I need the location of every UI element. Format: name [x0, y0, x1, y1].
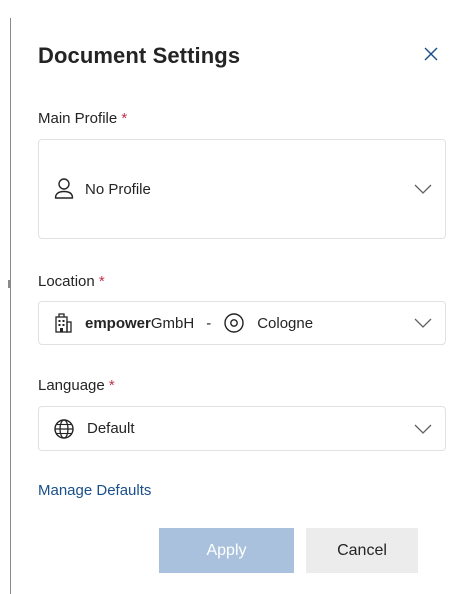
- cancel-button[interactable]: Cancel: [306, 528, 418, 573]
- person-icon: [54, 178, 74, 199]
- location-pin-icon: [224, 313, 244, 333]
- building-icon: [55, 313, 72, 333]
- manage-defaults-link[interactable]: Manage Defaults: [38, 482, 151, 499]
- location-select[interactable]: empower GmbH - Cologne: [38, 301, 446, 345]
- main-profile-select-content: No Profile: [53, 140, 151, 238]
- language-label-text: Language: [38, 377, 105, 394]
- apply-button[interactable]: Apply: [159, 528, 294, 573]
- location-company-rest: GmbH: [150, 314, 195, 332]
- main-profile-label-text: Main Profile: [38, 110, 118, 127]
- panel-left-border: [10, 18, 11, 594]
- location-label-text: Location: [38, 273, 95, 290]
- main-profile-select[interactable]: No Profile: [38, 139, 446, 239]
- chevron-down-icon: [414, 318, 432, 328]
- required-mark: *: [108, 377, 115, 394]
- location-select-content: empower GmbH - Cologne: [53, 302, 313, 344]
- location-separator: -: [206, 314, 212, 332]
- language-label: Language *: [38, 377, 115, 394]
- main-profile-label: Main Profile *: [38, 110, 127, 127]
- required-mark: *: [121, 110, 128, 127]
- dialog-title: Document Settings: [38, 43, 241, 68]
- globe-icon: [54, 418, 74, 439]
- close-button[interactable]: [417, 40, 445, 68]
- chevron-down-icon: [414, 184, 432, 194]
- language-select-content: Default: [53, 407, 135, 450]
- document-settings-panel: Document Settings Main Profile * No Prof…: [0, 0, 460, 594]
- language-value: Default: [87, 420, 135, 437]
- panel-resize-notch: [8, 280, 10, 288]
- location-label: Location *: [38, 273, 105, 290]
- location-city: Cologne: [257, 314, 314, 332]
- chevron-down-icon: [414, 424, 432, 434]
- language-select[interactable]: Default: [38, 406, 446, 451]
- required-mark: *: [98, 273, 105, 290]
- main-profile-value: No Profile: [85, 180, 151, 198]
- close-icon: [424, 47, 438, 61]
- location-company-bold: empower: [85, 314, 151, 332]
